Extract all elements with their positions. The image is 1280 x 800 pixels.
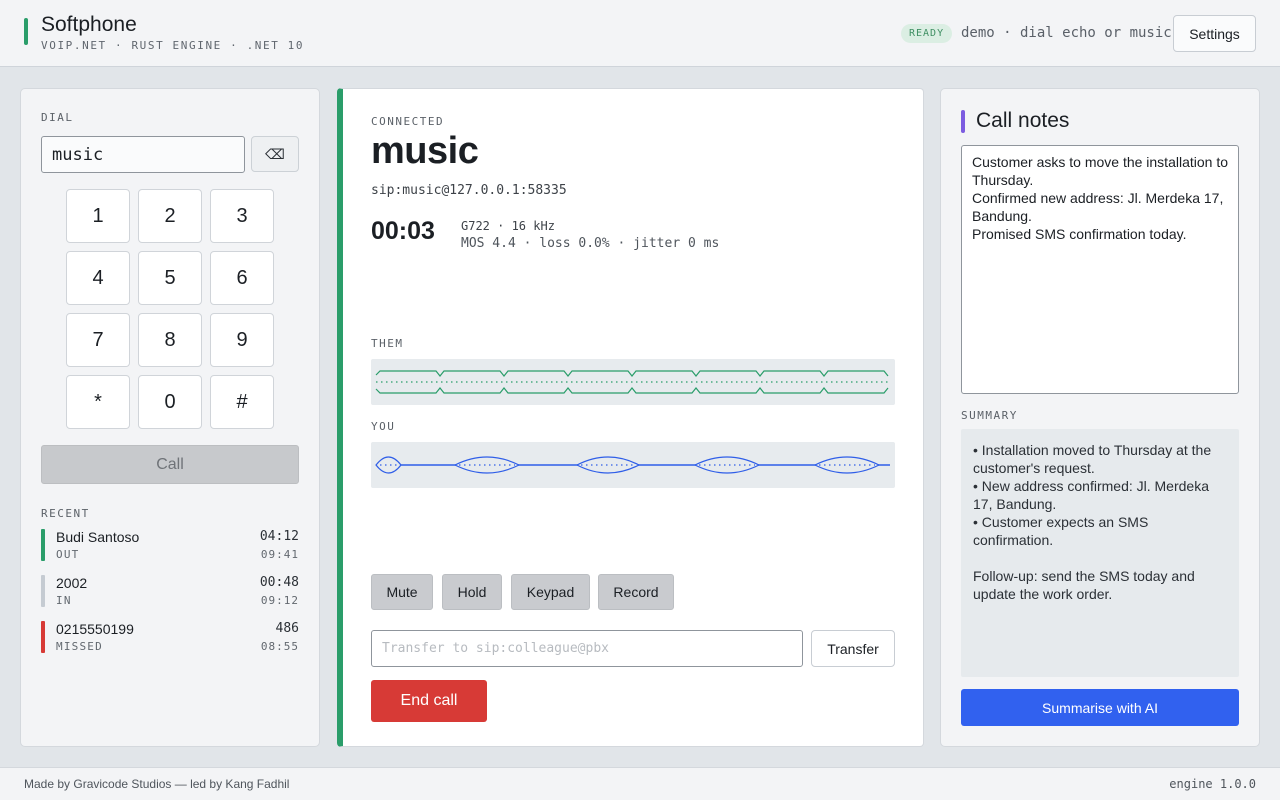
keypad-key[interactable]: 3 [210,189,274,243]
call-notes-textarea[interactable]: Customer asks to move the installation t… [961,145,1239,394]
notes-accent-bar [961,110,965,133]
call-panel: CONNECTED music sip:music@127.0.0.1:5833… [337,88,924,747]
recent-call-direction: MISSED [56,640,103,653]
recent-call-direction: OUT [56,548,80,561]
recent-label: RECENT [41,507,90,520]
footer-credit: Made by Gravicode Studios — led by Kang … [24,777,290,791]
keypad-key[interactable]: 4 [66,251,130,305]
record-button[interactable]: Record [598,574,674,610]
dial-label: DIAL [41,111,74,124]
call-direction-indicator [41,621,45,653]
keypad-key[interactable]: * [66,375,130,429]
recent-call-item[interactable]: 2002 IN 00:48 09:12 [41,575,299,609]
you-waveform [371,442,895,488]
summary-label: SUMMARY [961,409,1018,422]
keypad-key[interactable]: 5 [138,251,202,305]
dialer-panel: DIAL ⌫ 123 456 789 *0# Call RECENT Budi San… [20,88,320,747]
keypad-key[interactable]: 7 [66,313,130,367]
end-call-button[interactable]: End call [371,680,487,722]
app-title: Softphone [41,13,137,36]
backspace-button[interactable]: ⌫ [251,136,299,172]
summary-text: • Installation moved to Thursday at the … [961,429,1239,677]
keypad-key[interactable]: 8 [138,313,202,367]
notes-panel: Call notes Customer asks to move the ins… [940,88,1260,747]
them-waveform-upper [375,370,889,377]
call-state: CONNECTED [371,115,445,128]
brand-accent-bar [24,18,28,45]
app-header: Softphone VOIP.NET · RUST ENGINE · .NET … [0,0,1280,67]
you-label: YOU [371,420,396,433]
keypad-button[interactable]: Keypad [511,574,590,610]
status-text: demo · dial echo or music [961,25,1172,41]
recent-call-duration: 04:12 [259,529,299,544]
call-name: music [371,130,479,172]
engine-version: engine 1.0.0 [1169,777,1256,791]
codec-info: G722 · 16 kHz [461,219,555,233]
recent-call-direction: IN [56,594,72,607]
status-badge: READY [901,24,953,43]
recent-call-time: 09:41 [260,548,299,561]
recent-call-time: 08:55 [260,640,299,653]
mute-button[interactable]: Mute [371,574,433,610]
call-timer: 00:03 [371,217,435,245]
transfer-button[interactable]: Transfer [811,630,895,667]
you-waveform-graphic [375,456,890,474]
call-uri: sip:music@127.0.0.1:58335 [371,183,567,198]
call-direction-indicator [41,529,45,561]
settings-button[interactable]: Settings [1173,15,1256,52]
them-waveform [371,359,895,405]
recent-call-time: 09:12 [260,594,299,607]
call-direction-indicator [41,575,45,607]
recent-call-name: 2002 [56,575,88,591]
keypad-key[interactable]: # [210,375,274,429]
backspace-icon: ⌫ [265,145,285,162]
recent-call-item[interactable]: Budi Santoso OUT 04:12 09:41 [41,529,299,563]
recent-call-duration: 00:48 [259,575,299,590]
keypad-key[interactable]: 9 [210,313,274,367]
app-footer: Made by Gravicode Studios — led by Kang … [0,767,1280,800]
keypad-key[interactable]: 6 [210,251,274,305]
them-label: THEM [371,337,404,350]
keypad-key[interactable]: 1 [66,189,130,243]
app-subtitle: VOIP.NET · RUST ENGINE · .NET 10 [41,39,305,52]
them-waveform-graphic [375,370,890,394]
transfer-input[interactable] [371,630,803,667]
call-metrics: MOS 4.4 · loss 0.0% · jitter 0 ms [461,236,720,251]
summarise-ai-button[interactable]: Summarise with AI [961,689,1239,726]
notes-title: Call notes [976,109,1070,132]
keypad-key[interactable]: 0 [138,375,202,429]
call-button[interactable]: Call [41,445,299,484]
them-waveform-lower [375,387,889,394]
recent-call-name: Budi Santoso [56,529,140,545]
dial-input[interactable] [41,136,245,173]
keypad-key[interactable]: 2 [138,189,202,243]
hold-button[interactable]: Hold [442,574,502,610]
recent-call-duration: 486 [275,621,299,636]
recent-call-name: 0215550199 [56,621,134,637]
you-waveform-burst [375,456,402,474]
recent-call-item[interactable]: 0215550199 MISSED 486 08:55 [41,621,299,655]
